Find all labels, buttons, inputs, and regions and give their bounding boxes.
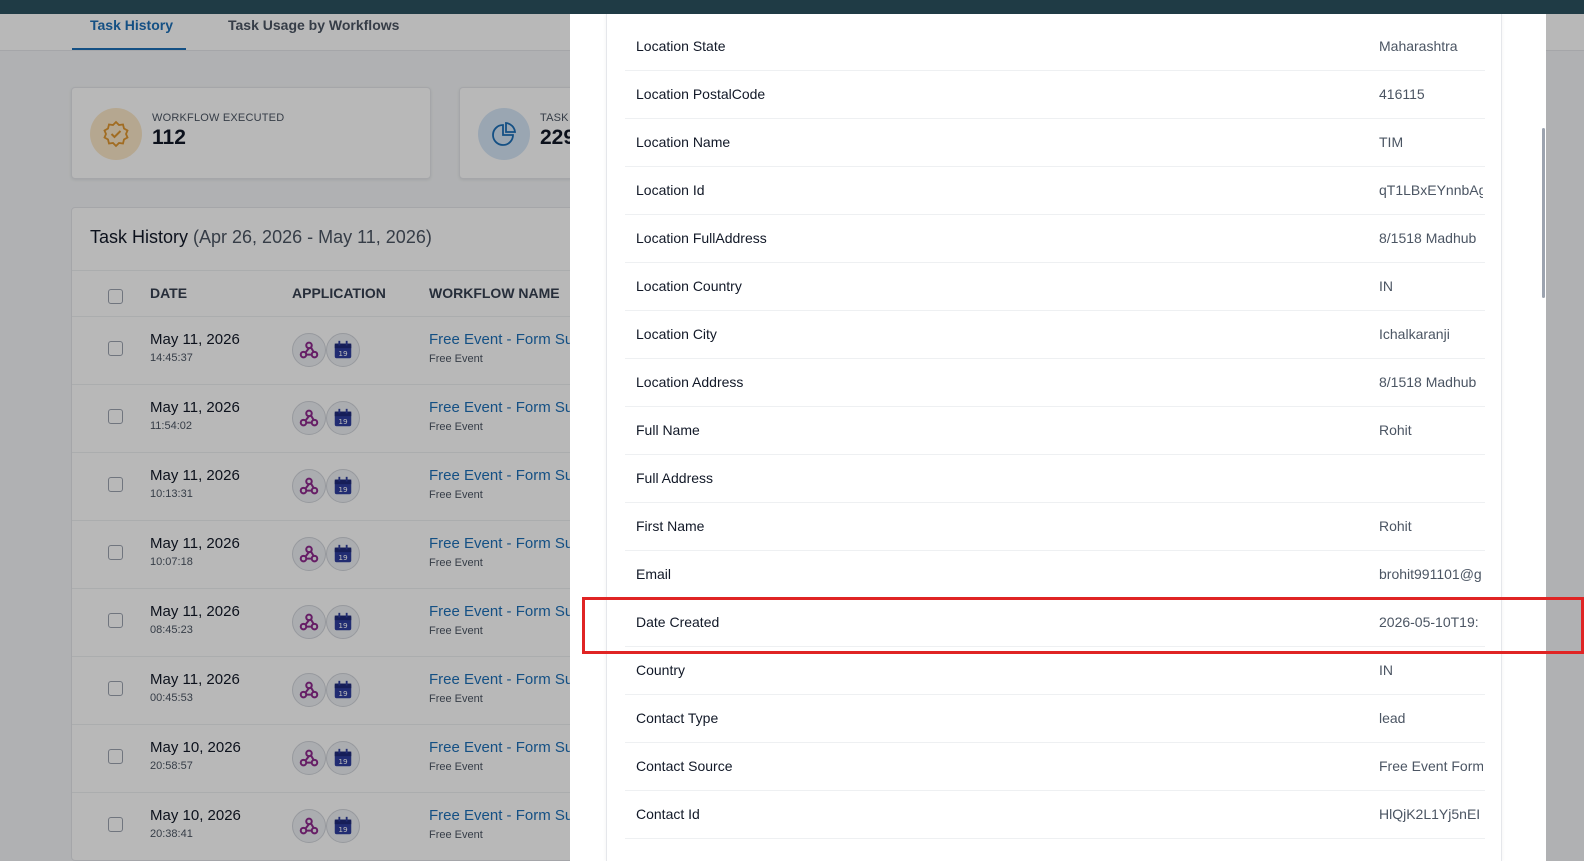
detail-value: brohit991101@g [1379, 566, 1482, 582]
detail-value: Maharashtra [1379, 38, 1458, 54]
detail-row: Location Id qT1LBxEYnnbAg [625, 167, 1485, 215]
detail-row: Location State Maharashtra [625, 23, 1485, 71]
task-detail-drawer: Location State Maharashtra Location Postal… [570, 14, 1546, 861]
detail-row: Full Address [625, 455, 1485, 503]
detail-key: Contact Type [636, 710, 719, 726]
detail-row: Email brohit991101@g [625, 551, 1485, 599]
detail-row: Country IN [625, 647, 1485, 695]
detail-row: Location Address 8/1518 Madhub [625, 359, 1485, 407]
detail-key: Location Address [636, 374, 744, 390]
detail-key: First Name [636, 518, 705, 534]
detail-row: Location Name TIM [625, 119, 1485, 167]
detail-value: Rohit [1379, 518, 1412, 534]
detail-value: HlQjK2L1Yj5nEI [1379, 806, 1481, 822]
detail-key: Location FullAddress [636, 230, 767, 246]
detail-value: Rohit [1379, 422, 1412, 438]
detail-row: Full Name Rohit [625, 407, 1485, 455]
detail-key: Contact Id [636, 806, 700, 822]
detail-key: Full Address [636, 470, 714, 486]
detail-value: 8/1518 Madhub [1379, 374, 1477, 390]
detail-value: 416115 [1379, 86, 1425, 102]
detail-row: Location PostalCode 416115 [625, 71, 1485, 119]
detail-row: Contact Source Free Event Form [625, 743, 1485, 791]
detail-value: IN [1379, 278, 1393, 294]
detail-value: Free Event Form [1379, 758, 1483, 774]
detail-row: Location Country IN [625, 263, 1485, 311]
detail-row: Location City Ichalkaranji [625, 311, 1485, 359]
detail-value: qT1LBxEYnnbAg [1379, 182, 1483, 198]
detail-key: Location Id [636, 182, 705, 198]
detail-key: Location PostalCode [636, 86, 766, 102]
detail-key: Country [636, 662, 686, 678]
detail-value: IN [1379, 662, 1393, 678]
detail-value: 2026-05-10T19: [1379, 614, 1479, 630]
detail-value: TIM [1379, 134, 1404, 150]
detail-value: Ichalkaranji [1379, 326, 1450, 342]
detail-panel: Location State Maharashtra Location Postal… [606, 14, 1502, 861]
detail-key: Full Name [636, 422, 700, 438]
detail-row: Date Created 2026-05-10T19: [625, 599, 1485, 647]
detail-key: Location Name [636, 134, 731, 150]
detail-value: 8/1518 Madhub [1379, 230, 1477, 246]
detail-key: Date Created [636, 614, 720, 630]
detail-key: Email [636, 566, 672, 582]
drawer-scrollbar[interactable] [1542, 128, 1545, 298]
detail-row: First Name Rohit [625, 503, 1485, 551]
top-bar [0, 0, 1584, 14]
detail-key: Location Country [636, 278, 742, 294]
detail-row: Contact Id HlQjK2L1Yj5nEI [625, 791, 1485, 839]
detail-row: Location FullAddress 8/1518 Madhub [625, 215, 1485, 263]
detail-key: Contact Source [636, 758, 733, 774]
detail-row: Contact Type lead [625, 695, 1485, 743]
detail-value: lead [1379, 710, 1406, 726]
detail-key: Location State [636, 38, 726, 54]
detail-key: Location City [636, 326, 717, 342]
